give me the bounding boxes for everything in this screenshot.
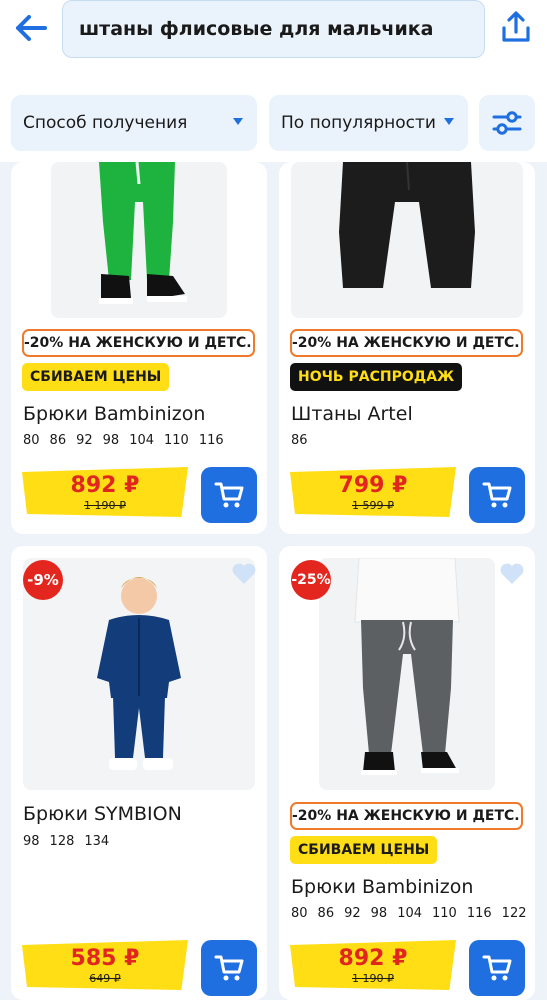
filter-settings-button[interactable] <box>479 95 535 151</box>
product-card[interactable]: -9% Брюки SYMBION 98 128 134 585 ₽ 649 ₽ <box>11 546 267 1000</box>
sort-dropdown[interactable]: По популярности <box>269 95 468 151</box>
discount-badge: -9% <box>23 560 63 600</box>
cart-icon <box>214 955 244 981</box>
price: 799 ₽ <box>338 473 408 498</box>
price-tag: 799 ₽ 1 599 ₽ <box>290 467 456 517</box>
size-list: 80 86 92 98 104 110 116 <box>23 433 224 448</box>
product-image[interactable] <box>319 558 495 790</box>
search-input[interactable]: штаны флисовые для мальчика <box>62 0 485 58</box>
add-to-cart-button[interactable] <box>201 940 257 996</box>
back-button[interactable] <box>10 8 52 48</box>
price: 585 ₽ <box>70 946 140 971</box>
old-price: 649 ₽ <box>89 972 121 985</box>
filter-bar: Способ получения По популярности <box>0 90 547 162</box>
promo-label[interactable]: -20% НА ЖЕНСКУЮ И ДЕТС... <box>290 802 523 830</box>
delivery-method-dropdown[interactable]: Способ получения <box>11 95 257 151</box>
promo-label[interactable]: -20% НА ЖЕНСКУЮ И ДЕТС... <box>290 329 523 357</box>
sliders-icon <box>492 111 522 135</box>
product-card[interactable]: -20% НА ЖЕНСКУЮ И ДЕТС... СБИВАЕМ ЦЕНЫ Б… <box>11 162 267 534</box>
size-list: 98 128 134 <box>23 834 110 849</box>
promo-label[interactable]: -20% НА ЖЕНСКУЮ И ДЕТС... <box>22 329 255 357</box>
cart-icon <box>214 482 244 508</box>
status-badge: СБИВАЕМ ЦЕНЫ <box>22 363 170 391</box>
cart-icon <box>482 955 512 981</box>
product-card[interactable]: -25% -20% НА ЖЕНСКУЮ И ДЕТС... СБИВАЕМ Ц… <box>279 546 535 1000</box>
price: 892 ₽ <box>338 946 408 971</box>
size-list: 86 <box>291 433 308 448</box>
status-badge: НОЧЬ РАСПРОДАЖ <box>290 363 463 391</box>
discount-badge: -25% <box>291 560 331 600</box>
product-image[interactable] <box>51 162 227 318</box>
search-query: штаны флисовые для мальчика <box>79 18 434 40</box>
caret-down-icon <box>444 118 454 125</box>
product-title[interactable]: Брюки Bambinizon <box>291 876 473 898</box>
add-to-cart-button[interactable] <box>469 467 525 523</box>
arrow-left-icon <box>16 15 47 41</box>
product-title[interactable]: Брюки Bambinizon <box>23 403 205 425</box>
add-to-cart-button[interactable] <box>201 467 257 523</box>
delivery-method-label: Способ получения <box>23 113 188 133</box>
old-price: 1 190 ₽ <box>84 499 126 512</box>
share-icon <box>502 11 530 42</box>
share-button[interactable] <box>494 5 538 49</box>
top-bar: штаны флисовые для мальчика <box>0 0 547 90</box>
sort-label: По популярности <box>281 113 436 133</box>
favorite-heart-icon[interactable] <box>499 562 525 586</box>
product-title[interactable]: Штаны Artel <box>291 403 413 425</box>
price-tag: 585 ₽ 649 ₽ <box>22 940 188 990</box>
cart-icon <box>482 482 512 508</box>
product-card[interactable]: -20% НА ЖЕНСКУЮ И ДЕТС... НОЧЬ РАСПРОДАЖ… <box>279 162 535 534</box>
old-price: 1 599 ₽ <box>352 499 394 512</box>
favorite-heart-icon[interactable] <box>231 562 257 586</box>
size-list: 80 86 92 98 104 110 116 122 <box>291 906 527 921</box>
price-tag: 892 ₽ 1 190 ₽ <box>22 467 188 517</box>
status-badge: СБИВАЕМ ЦЕНЫ <box>290 836 438 864</box>
price: 892 ₽ <box>70 473 140 498</box>
add-to-cart-button[interactable] <box>469 940 525 996</box>
product-image[interactable] <box>291 162 523 318</box>
old-price: 1 190 ₽ <box>352 972 394 985</box>
product-title[interactable]: Брюки SYMBION <box>23 803 182 825</box>
caret-down-icon <box>233 118 243 125</box>
price-tag: 892 ₽ 1 190 ₽ <box>290 940 456 990</box>
